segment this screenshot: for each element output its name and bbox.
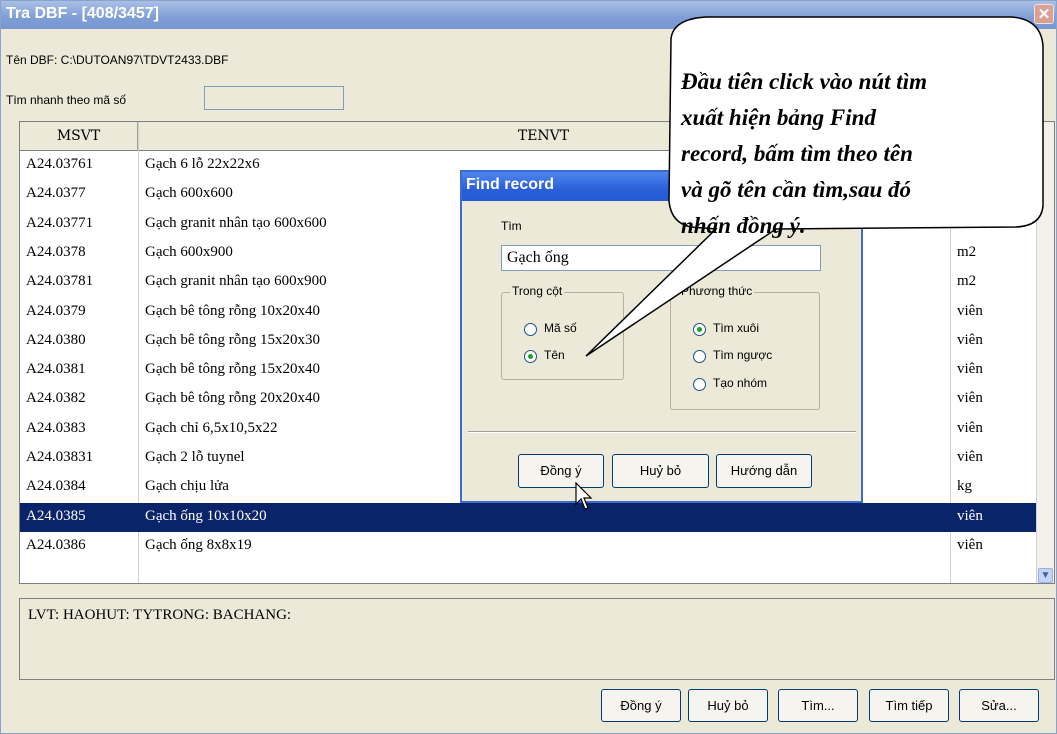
cell-tenvt: Gạch granit nhân tạo 600x600 <box>145 214 327 231</box>
status-panel: LVT: HAOHUT: TYTRONG: BACHANG: <box>19 598 1055 680</box>
cell-msvt: A24.0385 <box>26 507 86 524</box>
quick-search-label: Tìm nhanh theo mã số <box>6 93 127 107</box>
cell-tenvt: Gạch ống 10x10x20 <box>145 507 267 524</box>
cell-tenvt: Gạch bê tông rỗng 10x20x40 <box>145 302 320 319</box>
cell-msvt: A24.0383 <box>26 419 86 436</box>
find-label: Tìm <box>501 219 522 233</box>
cell-msvt: A24.0384 <box>26 478 86 495</box>
tra-dbf-window: Tra DBF - [408/3457] ✕ Tên DBF: C:\DUTOA… <box>0 0 1057 734</box>
table-row[interactable]: A24.0385 Gạch ống 10x10x20 viên <box>20 502 1038 532</box>
cell-tenvt: Gạch ống 8x8x19 <box>145 536 252 553</box>
scroll-down-icon[interactable]: ▼ <box>1038 568 1053 583</box>
cell-msvt: A24.0380 <box>26 331 86 348</box>
cell-msvt: A24.0377 <box>26 185 86 202</box>
callout-line: record, bấm tìm theo tên <box>681 141 913 166</box>
status-text: LVT: HAOHUT: TYTRONG: BACHANG: <box>28 607 292 623</box>
cell-tenvt: Gạch 600x600 <box>145 185 233 202</box>
cell-unit: viên <box>957 419 983 436</box>
cell-tenvt: Gạch 2 lỗ tuynel <box>145 449 245 465</box>
cell-msvt: A24.03771 <box>26 214 94 231</box>
cell-msvt: A24.03831 <box>26 449 94 465</box>
cell-tenvt: Gạch chịu lửa <box>145 478 229 495</box>
window-title: Tra DBF - [408/3457] <box>6 5 159 22</box>
dbf-path-label: Tên DBF: C:\DUTOAN97\TDVT2433.DBF <box>6 53 229 67</box>
cell-tenvt: Gạch 6 lỗ 22x22x6 <box>145 156 260 172</box>
quick-search-input[interactable] <box>204 86 344 110</box>
mouse-cursor-icon <box>575 482 593 510</box>
cell-unit: viên <box>957 507 983 524</box>
callout-text: Đầu tiên click vào nút tìm xuất hiện bản… <box>681 64 1026 244</box>
callout-line: xuất hiện bảng Find <box>681 105 876 130</box>
cell-tenvt: Gạch bê tông rỗng 15x20x40 <box>145 361 320 378</box>
cell-msvt: A24.0382 <box>26 390 86 407</box>
column-header-msvt[interactable]: MSVT <box>20 122 138 150</box>
callout-line: nhấn đồng ý. <box>681 213 806 238</box>
cell-tenvt: Gạch 600x900 <box>145 243 233 260</box>
dialog-divider <box>468 431 856 433</box>
cancel-button[interactable]: Huỷ bỏ <box>688 689 768 722</box>
callout-line: và gõ tên cần tìm,sau đó <box>681 177 912 202</box>
cell-unit: viên <box>957 536 983 553</box>
cell-msvt: A24.03781 <box>26 273 94 290</box>
cell-unit: kg <box>957 478 972 495</box>
cell-tenvt: Gạch bê tông rỗng 20x20x40 <box>145 390 320 407</box>
find-button[interactable]: Tìm... <box>778 689 858 722</box>
cell-tenvt: Gạch chỉ 6,5x10,5x22 <box>145 419 278 436</box>
radio-code-option[interactable] <box>524 323 537 336</box>
cell-unit: viên <box>957 390 983 407</box>
table-row[interactable]: A24.0386 Gạch ống 8x8x19 viên <box>20 532 1038 561</box>
column-group-label: Trong cột <box>510 284 565 298</box>
dialog-help-button[interactable]: Hướng dẫn <box>716 454 812 488</box>
cell-msvt: A24.0381 <box>26 361 86 378</box>
cell-msvt: A24.0386 <box>26 536 86 553</box>
find-next-button[interactable]: Tìm tiếp <box>869 689 949 722</box>
callout-line: Đầu tiên click vào nút tìm <box>681 69 927 94</box>
cell-msvt: A24.0379 <box>26 302 86 319</box>
dialog-cancel-button[interactable]: Huỷ bỏ <box>612 454 709 488</box>
edit-button[interactable]: Sửa... <box>959 689 1039 722</box>
cell-tenvt: Gạch granit nhân tạo 600x900 <box>145 273 327 290</box>
cell-tenvt: Gạch bê tông rỗng 15x20x30 <box>145 331 320 348</box>
dialog-title: Find record <box>466 176 555 193</box>
cell-msvt: A24.0378 <box>26 243 86 260</box>
radio-name-option[interactable] <box>524 350 537 363</box>
ok-button[interactable]: Đồng ý <box>601 689 681 722</box>
cell-msvt: A24.03761 <box>26 156 94 172</box>
cell-unit: viên <box>957 449 983 465</box>
